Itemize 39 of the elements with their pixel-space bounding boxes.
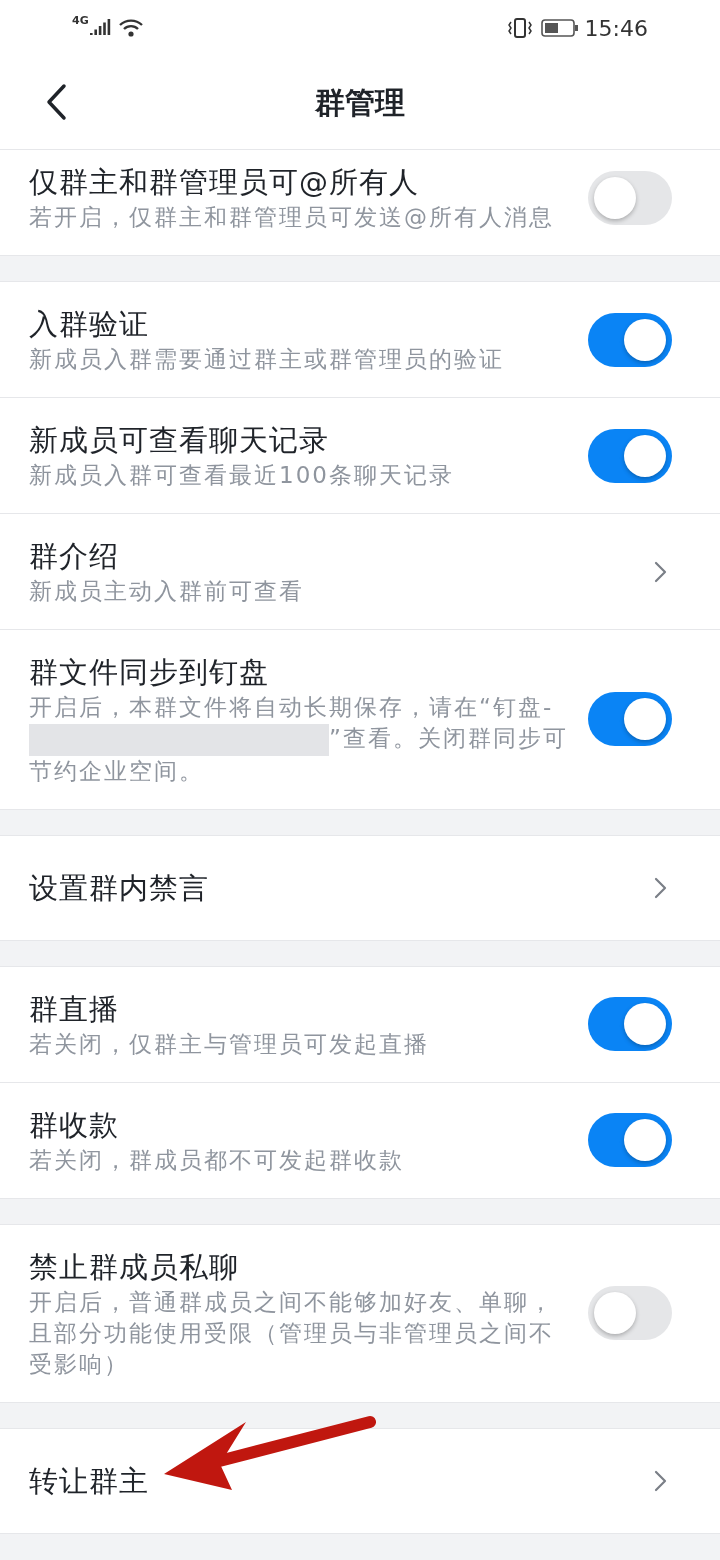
row-title: 设置群内禁言: [29, 869, 209, 907]
row-description: 新成员入群需要通过群主或群管理员的验证: [29, 345, 505, 374]
row-description: 若关闭，仅群主与管理员可发起直播: [29, 1029, 430, 1059]
signal-icon: [89, 19, 112, 37]
toggle-switch[interactable]: [588, 312, 672, 367]
row-title: 群直播: [29, 990, 119, 1028]
row-title: 群收款: [29, 1106, 119, 1144]
settings-row[interactable]: 设置群内禁言: [0, 835, 720, 940]
row-title: 仅群主和群管理员可@所有人: [29, 164, 419, 201]
row-description: 若关闭，群成员都不可发起群收款: [29, 1145, 405, 1175]
vibrate-icon: [506, 17, 533, 39]
chevron-right-icon: [654, 1468, 668, 1493]
row-description: 若开启，仅群主和群管理员可发送@所有人消息: [29, 203, 555, 232]
network-label: 4G: [72, 12, 89, 29]
toggle-switch[interactable]: [588, 428, 672, 483]
back-icon: [45, 83, 67, 121]
row-title: 入群验证: [29, 306, 149, 343]
row-description: 新成员入群可查看最近100条聊天记录: [29, 461, 455, 490]
row-title: 禁止群成员私聊: [29, 1248, 239, 1286]
chevron-right-icon: [654, 875, 668, 900]
toggle-switch[interactable]: [588, 1113, 672, 1167]
toggle-switch[interactable]: [588, 692, 672, 747]
battery-icon: [540, 18, 579, 38]
chevron-right-icon: [654, 559, 668, 584]
settings-row[interactable]: 群介绍 新成员主动入群前可查看: [0, 513, 720, 629]
row-description: 开启后，本群文件将自动长期保存，请在“钉盘- ”查看。关闭群同步可节约企业空间。: [29, 693, 569, 786]
toggle-switch[interactable]: [588, 170, 672, 225]
wifi-icon: [117, 18, 144, 38]
page-title: 群管理: [315, 84, 405, 122]
toggle-switch[interactable]: [588, 1286, 672, 1340]
row-title: 群文件同步到钉盘: [29, 654, 269, 691]
toggle-switch[interactable]: [588, 997, 672, 1051]
settings-row[interactable]: 转让群主: [0, 1428, 720, 1533]
row-title: 转让群主: [29, 1462, 149, 1500]
row-title: 新成员可查看聊天记录: [29, 422, 329, 459]
row-description: 新成员主动入群前可查看: [29, 577, 305, 606]
row-title: 群介绍: [29, 538, 119, 575]
row-description: 开启后，普通群成员之间不能够加好友、单聊，且部分功能使用受限（管理员与非管理员之间不受影响）: [29, 1287, 555, 1379]
clock-time: 15:46: [584, 14, 648, 43]
